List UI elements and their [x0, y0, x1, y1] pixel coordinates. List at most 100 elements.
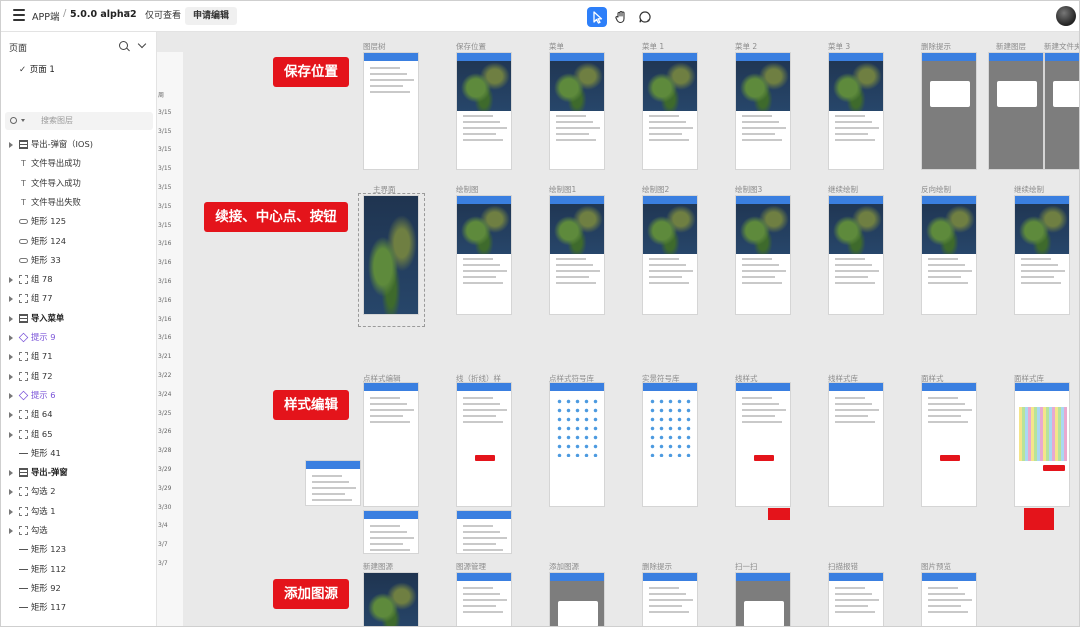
chevron-down-icon[interactable] — [21, 119, 25, 122]
layer-item[interactable]: 导出-弹窗 — [1, 463, 156, 482]
layer-item[interactable]: 矩形 112 — [1, 560, 156, 579]
screen-frame[interactable] — [1044, 52, 1079, 170]
caret-right-icon[interactable] — [9, 277, 13, 284]
screen-frame[interactable] — [363, 195, 419, 315]
layer-item[interactable]: 矩形 33 — [1, 251, 156, 270]
caret-right-icon[interactable] — [9, 296, 13, 303]
screen-frame[interactable] — [735, 52, 791, 170]
screen-frame[interactable] — [456, 382, 512, 507]
layer-item[interactable]: 矩形 125 — [1, 212, 156, 231]
layer-item[interactable]: 导出-弹窗（IOS) — [1, 135, 156, 154]
caret-right-icon[interactable] — [9, 528, 13, 534]
screen-frame[interactable] — [642, 195, 698, 315]
design-canvas[interactable]: 周 3/15 3/15 3/15 3/15 3/15 3/15 3/15 3/16 3/16 3/1… — [157, 32, 1079, 626]
screen-frame[interactable] — [921, 195, 977, 315]
screen-frame[interactable] — [1014, 195, 1070, 315]
screen-frame[interactable] — [305, 460, 361, 506]
select-tool-button[interactable] — [587, 7, 607, 27]
screen-frame[interactable] — [921, 52, 977, 170]
screen-frame[interactable] — [549, 382, 605, 507]
layer-item[interactable]: 勾选 — [1, 521, 156, 540]
layer-item[interactable]: T 文件导出失败 — [1, 193, 156, 212]
caret-right-icon[interactable] — [9, 412, 13, 419]
screen-frame[interactable] — [642, 52, 698, 170]
layer-item[interactable]: T 文件导入成功 — [1, 174, 156, 193]
screen-frame[interactable] — [988, 52, 1044, 170]
caret-right-icon[interactable] — [9, 142, 13, 148]
screen-frame[interactable] — [735, 572, 791, 626]
layer-item[interactable]: 组 78 — [1, 270, 156, 289]
screen-frame[interactable] — [828, 195, 884, 315]
layer-item[interactable]: 勾选 2 — [1, 482, 156, 501]
chevron-down-icon[interactable] — [137, 39, 147, 49]
project-name[interactable]: APP端 — [32, 9, 59, 23]
layer-item[interactable]: 组 64 — [1, 405, 156, 424]
screen-frame[interactable] — [828, 52, 884, 170]
list-line — [649, 270, 693, 272]
caret-right-icon[interactable] — [9, 508, 13, 515]
layer-item[interactable]: 组 77 — [1, 289, 156, 308]
screen-header — [364, 53, 418, 61]
layer-item[interactable]: 矩形 123 — [1, 540, 156, 559]
list-line — [835, 599, 879, 601]
layer-item[interactable]: 勾选 1 — [1, 502, 156, 521]
frame-label: 菜单 3 — [828, 42, 851, 51]
layer-item[interactable]: 矩形 117 — [1, 598, 156, 617]
layer-item[interactable]: 矩形 92 — [1, 579, 156, 598]
screen-frame[interactable] — [456, 572, 512, 626]
screen-frame[interactable] — [735, 195, 791, 315]
user-avatar[interactable] — [1056, 6, 1076, 26]
screen-frame[interactable] — [828, 572, 884, 626]
request-edit-button[interactable]: 申请编辑 — [185, 7, 238, 25]
caret-right-icon[interactable] — [9, 373, 13, 380]
screen-frame[interactable] — [456, 510, 512, 554]
layer-label: 文件导入成功 — [31, 177, 81, 188]
screen-frame[interactable] — [363, 382, 419, 507]
layer-search-input[interactable]: 搜索图层 — [5, 112, 153, 130]
caret-right-icon[interactable] — [9, 315, 13, 322]
action-button[interactable] — [754, 455, 774, 461]
layer-item[interactable]: 组 72 — [1, 367, 156, 386]
layer-item[interactable]: 矩形 41 — [1, 444, 156, 463]
chevron-down-icon[interactable] — [124, 11, 130, 15]
screen-frame[interactable] — [921, 572, 977, 626]
search-icon[interactable] — [119, 41, 128, 50]
caret-right-icon[interactable] — [9, 392, 13, 399]
view-only-mode-button[interactable]: 仅可查看 — [137, 7, 189, 25]
screen-frame[interactable] — [1014, 382, 1070, 507]
layer-item[interactable]: 矩形 124 — [1, 232, 156, 251]
caret-right-icon[interactable] — [9, 354, 13, 361]
layer-item[interactable]: 组 71 — [1, 347, 156, 366]
screen-frame[interactable] — [828, 382, 884, 507]
layer-item[interactable]: 导入菜单 — [1, 309, 156, 328]
action-button[interactable] — [940, 455, 960, 461]
screen-frame[interactable] — [456, 195, 512, 315]
action-button[interactable] — [1043, 465, 1065, 471]
caret-right-icon[interactable] — [9, 489, 13, 496]
list-line — [742, 421, 782, 423]
hand-tool-button[interactable] — [611, 7, 631, 27]
caret-right-icon[interactable] — [9, 470, 13, 477]
screen-frame[interactable] — [549, 195, 605, 315]
caret-right-icon[interactable] — [9, 431, 13, 438]
layer-item[interactable]: 提示 6 — [1, 386, 156, 405]
screen-frame[interactable] — [363, 510, 419, 554]
screen-frame[interactable] — [363, 52, 419, 170]
list-line — [742, 264, 779, 266]
layer-item[interactable]: 组 65 — [1, 425, 156, 444]
screen-frame[interactable] — [921, 382, 977, 507]
action-button[interactable] — [475, 455, 495, 461]
screen-frame[interactable] — [642, 382, 698, 507]
caret-right-icon[interactable] — [9, 335, 13, 341]
screen-frame[interactable] — [642, 572, 698, 626]
screen-frame[interactable] — [549, 572, 605, 626]
screen-frame[interactable] — [456, 52, 512, 170]
screen-frame[interactable] — [363, 572, 419, 626]
screen-frame[interactable] — [735, 382, 791, 507]
layer-item[interactable]: T 文件导出成功 — [1, 154, 156, 173]
hamburger-menu-icon[interactable] — [13, 9, 25, 21]
layer-item[interactable]: 提示 9 — [1, 328, 156, 347]
comment-tool-button[interactable] — [635, 7, 655, 27]
page-item[interactable]: ✓ 页面 1 — [19, 63, 55, 75]
screen-frame[interactable] — [549, 52, 605, 170]
